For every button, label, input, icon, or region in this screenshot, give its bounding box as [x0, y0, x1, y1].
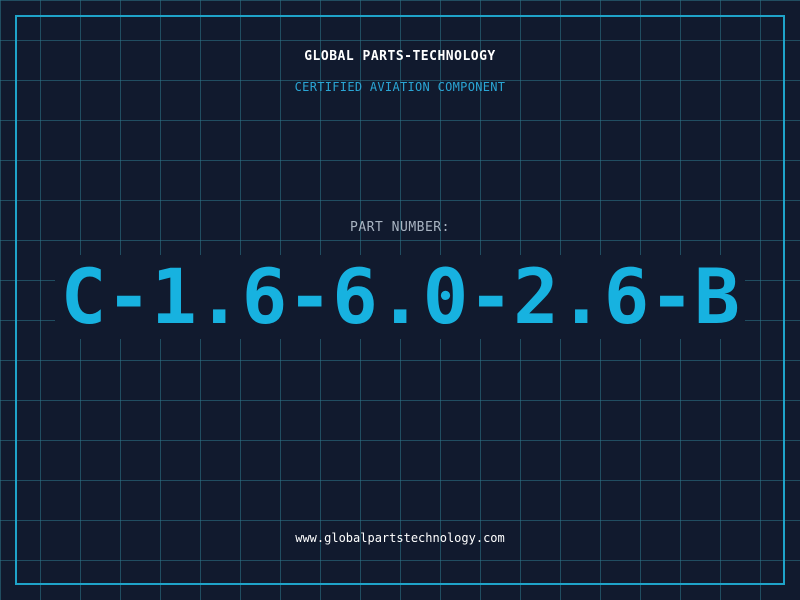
- company-name: GLOBAL PARTS-TECHNOLOGY: [304, 49, 496, 64]
- part-number-display: C-1.6-6.0-2.6-B: [0, 255, 800, 339]
- part-number-value: C-1.6-6.0-2.6-B: [54, 255, 746, 339]
- website-url: www.globalpartstechnology.com: [295, 531, 505, 545]
- certification-subtitle: CERTIFIED AVIATION COMPONENT: [294, 80, 506, 94]
- part-number-label: PART NUMBER:: [350, 220, 450, 235]
